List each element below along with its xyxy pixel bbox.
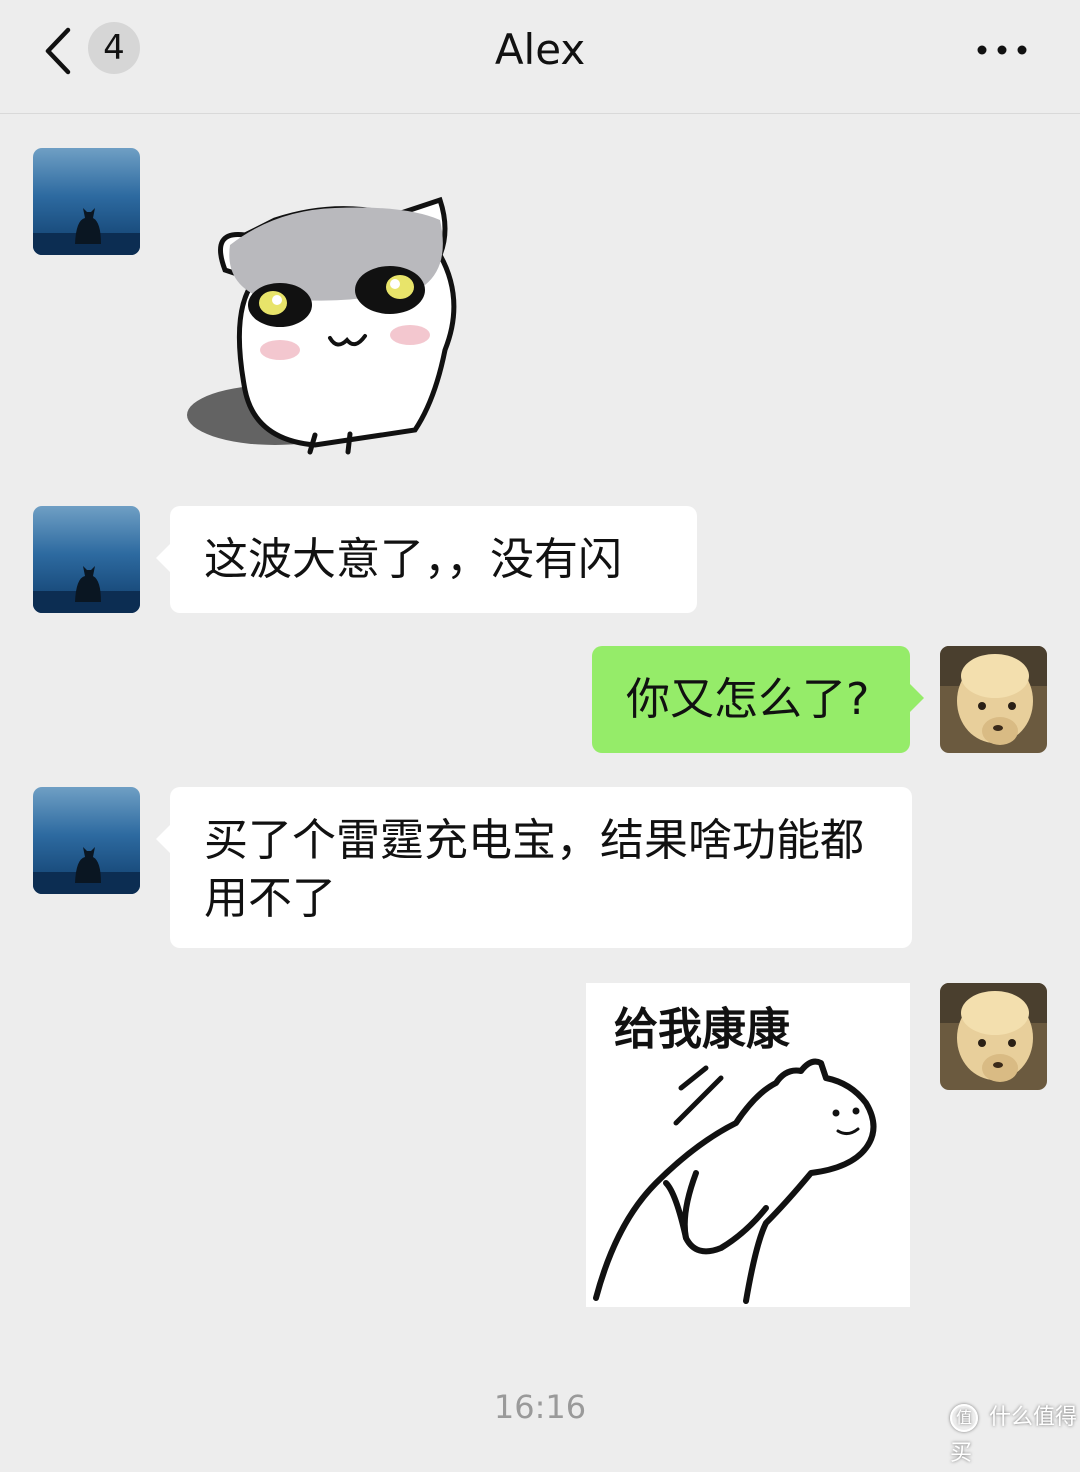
message-text: 你又怎么了? (626, 674, 870, 725)
message-bubble[interactable]: 这波大意了，，没有闪 (156, 506, 697, 613)
avatar-alex[interactable] (33, 148, 140, 255)
bubble-tail (910, 684, 924, 712)
more-dots-icon (977, 45, 1027, 55)
avatar-alex[interactable] (33, 787, 140, 894)
message-bubble[interactable]: 买了个雷霆充电宝，结果啥功能都 用不了 (156, 787, 912, 948)
grumpy-cat-sticker[interactable] (185, 190, 485, 464)
bubble-tail (156, 825, 170, 853)
message-bubble[interactable]: 你又怎么了? (592, 646, 924, 753)
meme-sticker[interactable]: 给我康康 (586, 983, 910, 1307)
message-text: 这波大意了，，没有闪 (204, 534, 622, 585)
chat-header: 4 Alex (0, 0, 1080, 114)
message-text-line: 用不了 (204, 873, 336, 924)
avatar-alex[interactable] (33, 506, 140, 613)
more-button[interactable] (972, 36, 1032, 64)
watermark-logo-icon: 值 (950, 1404, 978, 1432)
watermark: 值 什么值得买 (950, 1400, 1080, 1466)
bubble-tail (156, 544, 170, 572)
message-text-line: 买了个雷霆充电宝，结果啥功能都 (204, 815, 864, 866)
message-timestamp: 16:16 (493, 1388, 587, 1426)
avatar-me[interactable] (940, 983, 1047, 1090)
chat-title: Alex (494, 25, 586, 74)
avatar-me[interactable] (940, 646, 1047, 753)
